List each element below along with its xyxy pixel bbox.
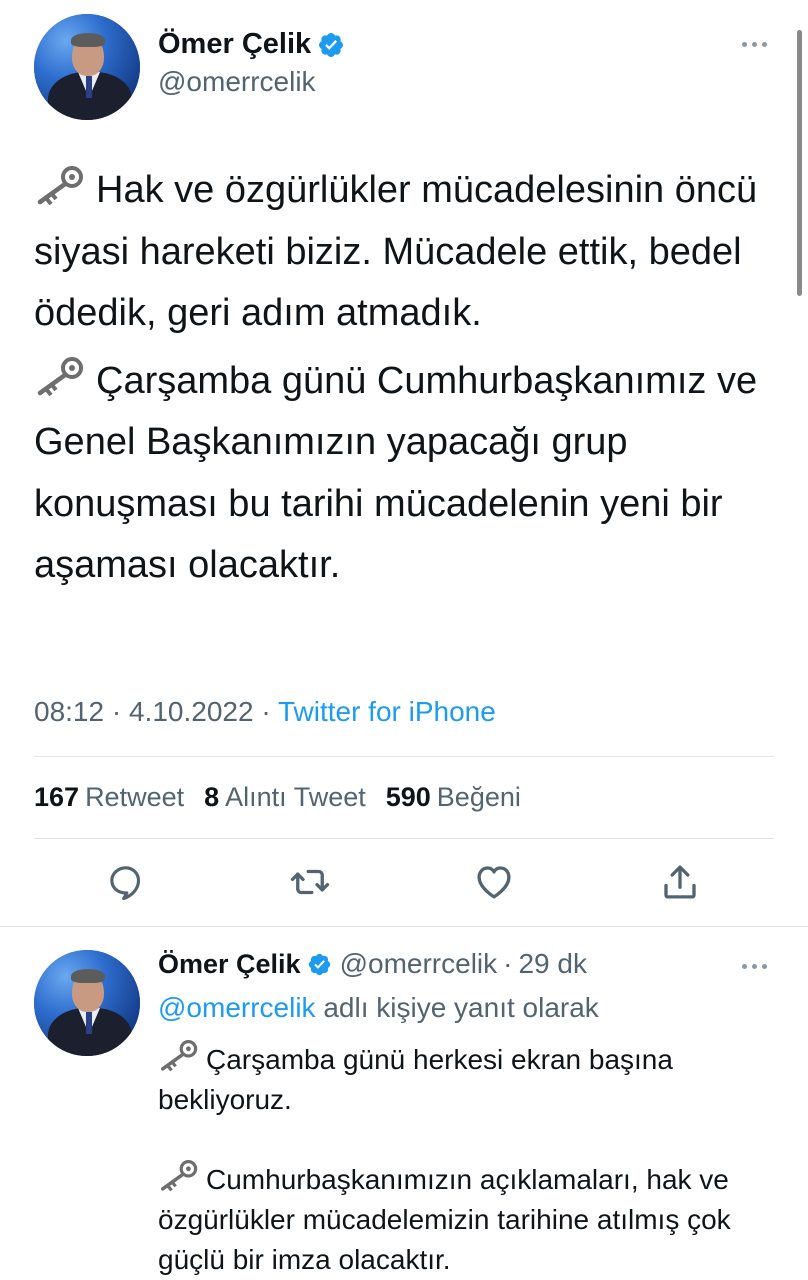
reply-to-mention[interactable]: @omerrcelik xyxy=(158,992,316,1023)
tweet-stats: 167 Retweet 8 Alıntı Tweet 590 Beğeni xyxy=(34,782,521,813)
tweet-date[interactable]: 4.10.2022 xyxy=(129,696,254,727)
scrollbar[interactable] xyxy=(797,30,802,296)
verified-badge-icon xyxy=(308,953,330,975)
more-options-icon[interactable] xyxy=(742,964,767,969)
tweet-paragraph-text: Çarşamba günü Cumhurbaşkanımız ve Genel … xyxy=(34,359,758,587)
old-key-icon xyxy=(37,166,83,206)
like-button[interactable] xyxy=(472,860,516,904)
author-handle[interactable]: @omerrcelik xyxy=(340,948,498,980)
tweet-paragraph-text: Hak ve özgürlükler mücadelesinin öncü si… xyxy=(34,169,758,334)
quotes-count: 8 xyxy=(204,782,220,812)
old-key-icon xyxy=(37,356,83,396)
divider xyxy=(34,756,774,757)
likes-stat[interactable]: 590 Beğeni xyxy=(386,782,521,813)
author-name[interactable]: Ömer Çelik xyxy=(158,28,311,61)
likes-label: Beğeni xyxy=(436,782,521,812)
tweet-paragraph: Hak ve özgürlükler mücadelesinin öncü si… xyxy=(34,160,794,345)
tweet-text: Hak ve özgürlükler mücadelesinin öncü si… xyxy=(34,160,794,597)
likes-count: 590 xyxy=(385,782,431,812)
quotes-label: Alıntı Tweet xyxy=(225,782,366,812)
tweet-actions xyxy=(0,860,808,912)
tweet-paragraph: Çarşamba günü Cumhurbaşkanımız ve Genel … xyxy=(34,351,794,597)
meta-separator: · xyxy=(111,696,122,727)
retweets-stat[interactable]: 167 Retweet xyxy=(34,782,184,813)
divider xyxy=(0,926,808,927)
like-icon xyxy=(477,866,511,899)
reply-button[interactable] xyxy=(104,860,148,904)
reply-header: Ömer Çelik @omerrcelik · 29 dk xyxy=(158,948,587,980)
verified-badge-icon xyxy=(319,32,344,57)
author-name-row[interactable]: Ömer Çelik xyxy=(158,28,345,61)
divider xyxy=(34,838,774,839)
retweet-icon xyxy=(290,869,330,895)
reply-paragraph-text: Çarşamba günü herkesi ekran başına bekli… xyxy=(158,1044,673,1115)
retweets-count: 167 xyxy=(34,782,80,812)
share-button[interactable] xyxy=(658,860,702,904)
meta-separator: · xyxy=(261,696,271,727)
avatar[interactable] xyxy=(34,950,140,1056)
more-options-icon[interactable] xyxy=(742,42,767,47)
replying-to: @omerrcelik adlı kişiye yanıt olarak xyxy=(158,992,599,1024)
retweets-label: Retweet xyxy=(85,782,185,812)
tweet-time[interactable]: 08:12 xyxy=(34,696,104,727)
author-handle[interactable]: @omerrcelik xyxy=(158,66,316,98)
meta-separator: · xyxy=(503,948,513,979)
reply-to-text: adlı kişiye yanıt olarak xyxy=(323,992,599,1023)
old-key-icon xyxy=(161,1160,198,1192)
author-name[interactable]: Ömer Çelik xyxy=(158,949,301,980)
reply-paragraph: Çarşamba günü herkesi ekran başına bekli… xyxy=(158,1040,778,1120)
share-icon xyxy=(664,865,696,899)
reply-text: Çarşamba günü herkesi ekran başına bekli… xyxy=(158,1040,778,1280)
reply-paragraph-text: Cumhurbaşkanımızın açıklamaları, hak ve … xyxy=(158,1164,731,1275)
tweet-time-ago[interactable]: 29 dk xyxy=(518,948,587,980)
quotes-stat[interactable]: 8 Alıntı Tweet xyxy=(204,782,366,813)
tweet-meta: 08:12 · 4.10.2022 · Twitter for iPhone xyxy=(34,696,496,728)
retweet-button[interactable] xyxy=(288,860,332,904)
avatar[interactable] xyxy=(34,14,140,120)
reply-paragraph: Cumhurbaşkanımızın açıklamaları, hak ve … xyxy=(158,1160,778,1280)
tweet-source-link[interactable]: Twitter for iPhone xyxy=(278,696,496,727)
old-key-icon xyxy=(161,1040,198,1072)
reply-icon xyxy=(110,866,141,901)
